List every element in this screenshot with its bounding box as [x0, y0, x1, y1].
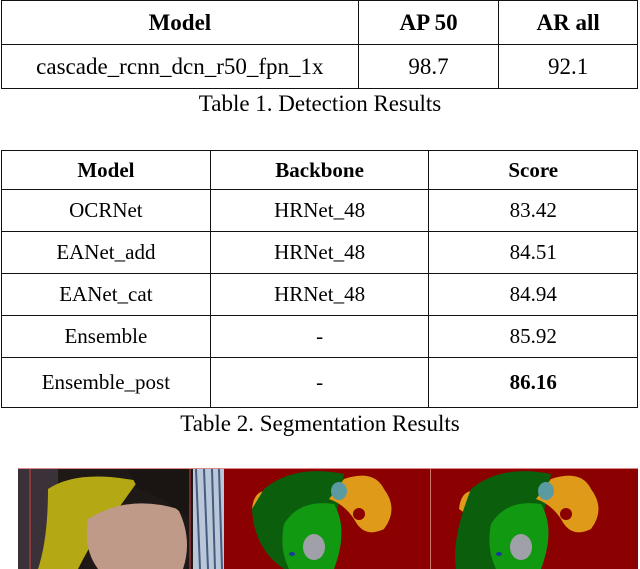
cell-model: OCRNet: [1, 189, 211, 232]
cell-score-best: 86.16: [428, 357, 638, 408]
cell-score: 83.42: [428, 189, 638, 232]
cell-model: Ensemble: [1, 315, 211, 358]
header-model: Model: [1, 150, 211, 190]
detection-results-table: Model AP 50 AR all cascade_rcnn_dcn_r50_…: [1, 0, 638, 89]
table-row: Ensemble - 85.92: [1, 315, 638, 358]
header-score: Score: [428, 150, 638, 190]
cell-model: EANet_add: [1, 231, 211, 274]
cell-score: 85.92: [428, 315, 638, 358]
segmentation-results-table: Model Backbone Score OCRNet HRNet_48 83.…: [1, 150, 638, 408]
table-header-row: Model Backbone Score: [1, 150, 638, 190]
cell-backbone: HRNet_48: [209, 189, 430, 232]
cell-model: cascade_rcnn_dcn_r50_fpn_1x: [1, 44, 359, 89]
mask-illustration: [223, 469, 431, 569]
table-row: EANet_add HRNet_48 84.51: [1, 231, 638, 274]
cell-score: 84.51: [428, 231, 638, 274]
cell-ap50: 98.7: [357, 44, 500, 89]
table-header-row: Model AP 50 AR all: [1, 0, 638, 45]
qualitative-results-figure: [18, 468, 638, 569]
table-row: OCRNet HRNet_48 83.42: [1, 189, 638, 232]
cell-backbone: HRNet_48: [209, 273, 430, 316]
table-row: cascade_rcnn_dcn_r50_fpn_1x 98.7 92.1: [1, 44, 638, 89]
photo-illustration: [18, 469, 224, 569]
cell-backbone: HRNet_48: [209, 231, 430, 274]
segmentation-mask-2: [430, 469, 638, 569]
segmentation-mask-1: [223, 469, 431, 569]
header-ar-all: AR all: [498, 0, 638, 45]
header-ap50: AP 50: [357, 0, 500, 45]
cell-ar-all: 92.1: [498, 44, 638, 89]
cell-backbone: -: [209, 315, 430, 358]
table2-caption: Table 2. Segmentation Results: [180, 411, 460, 436]
table-row: Ensemble_post - 86.16: [1, 357, 638, 408]
cell-model: Ensemble_post: [1, 357, 211, 408]
header-model: Model: [1, 0, 359, 45]
cell-model: EANet_cat: [1, 273, 211, 316]
table-row: EANet_cat HRNet_48 84.94: [1, 273, 638, 316]
input-photo: [18, 469, 224, 569]
table1-caption: Table 1. Detection Results: [198, 91, 442, 116]
cell-score: 84.94: [428, 273, 638, 316]
mask-illustration: [431, 469, 638, 569]
cell-backbone: -: [209, 357, 430, 408]
header-backbone: Backbone: [209, 150, 430, 190]
